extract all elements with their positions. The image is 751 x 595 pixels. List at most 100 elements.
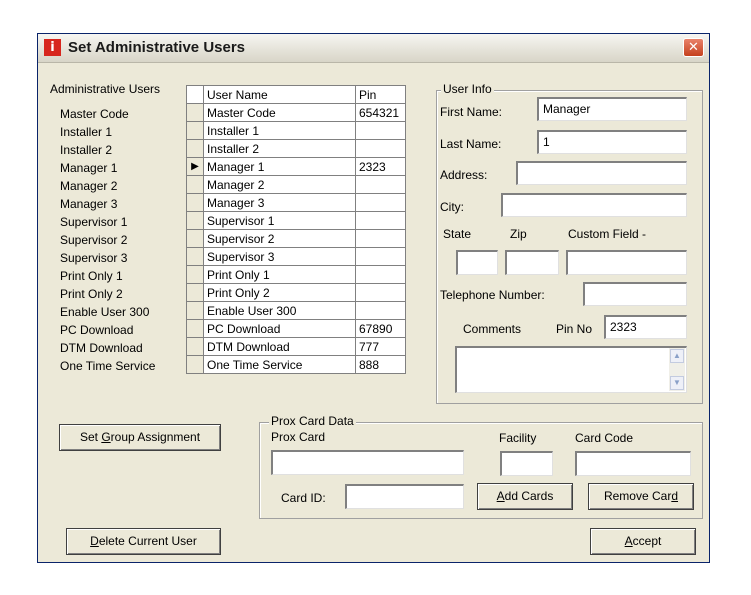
scroll-down-icon[interactable]: ▼ (670, 376, 684, 390)
pin-cell[interactable]: 888 (355, 355, 406, 374)
button-label: Set (79, 430, 102, 444)
admin-user-item: Supervisor 3 (60, 251, 128, 265)
facility-field[interactable] (500, 451, 553, 476)
grid-row-selector[interactable] (186, 319, 204, 338)
pin-cell[interactable] (355, 301, 406, 320)
comments-field[interactable] (455, 346, 687, 393)
table-row[interactable]: Manager 3 (186, 193, 406, 212)
table-row-selected[interactable]: ▶ Manager 1 2323 (186, 157, 406, 176)
remove-card-button[interactable]: Remove Card (588, 483, 694, 510)
user-name-cell[interactable]: One Time Service (203, 355, 356, 374)
admin-users-label: Administrative Users (50, 82, 161, 96)
user-name-cell[interactable]: Print Only 2 (203, 283, 356, 302)
table-row[interactable]: Manager 2 (186, 175, 406, 194)
last-name-label: Last Name: (440, 137, 502, 151)
prox-card-field[interactable] (271, 450, 464, 475)
pin-cell[interactable] (355, 283, 406, 302)
state-field[interactable] (456, 250, 498, 275)
pin-cell[interactable] (355, 175, 406, 194)
grid-row-selector[interactable] (186, 139, 204, 158)
scroll-up-icon[interactable]: ▲ (670, 349, 684, 363)
user-name-cell[interactable]: Enable User 300 (203, 301, 356, 320)
first-name-label: First Name: (440, 105, 503, 119)
pin-cell[interactable] (355, 139, 406, 158)
grid-row-selector[interactable] (186, 283, 204, 302)
user-name-cell[interactable]: Supervisor 3 (203, 247, 356, 266)
table-row[interactable]: Supervisor 2 (186, 229, 406, 248)
pin-no-field[interactable]: 2323 (604, 315, 687, 339)
custom-field-label: Custom Field - (568, 227, 647, 241)
column-header-user-name[interactable]: User Name (203, 85, 356, 104)
admin-user-item: DTM Download (60, 341, 143, 355)
pin-cell[interactable]: 777 (355, 337, 406, 356)
table-row[interactable]: Master Code 654321 (186, 103, 406, 122)
pin-cell[interactable] (355, 247, 406, 266)
grid-row-selector[interactable] (186, 121, 204, 140)
table-row[interactable]: One Time Service 888 (186, 355, 406, 374)
table-row[interactable]: Installer 2 (186, 139, 406, 158)
set-group-assignment-button[interactable]: Set Group Assignment (59, 424, 221, 451)
grid-row-selector[interactable] (186, 355, 204, 374)
first-name-field[interactable]: Manager (537, 97, 687, 121)
user-name-cell[interactable]: Installer 2 (203, 139, 356, 158)
grid-row-selector[interactable] (186, 211, 204, 230)
pin-cell[interactable] (355, 229, 406, 248)
grid-row-selector[interactable] (186, 103, 204, 122)
comments-scrollbar[interactable]: ▲ ▼ (669, 348, 685, 391)
delete-current-user-button[interactable]: Delete Current User (66, 528, 221, 555)
last-name-field[interactable]: 1 (537, 130, 687, 154)
user-name-cell[interactable]: Manager 3 (203, 193, 356, 212)
telephone-field[interactable] (583, 282, 687, 306)
admin-user-item: Print Only 2 (60, 287, 123, 301)
admin-user-item: Print Only 1 (60, 269, 123, 283)
grid-row-selector[interactable] (186, 175, 204, 194)
admin-user-item: Supervisor 1 (60, 215, 128, 229)
address-field[interactable] (516, 161, 687, 185)
table-row[interactable]: Enable User 300 (186, 301, 406, 320)
users-grid[interactable]: User Name Pin Master Code 654321 Installe… (186, 85, 406, 374)
zip-field[interactable] (505, 250, 559, 275)
pin-cell[interactable]: 654321 (355, 103, 406, 122)
city-field[interactable] (501, 193, 687, 217)
user-name-cell[interactable]: Installer 1 (203, 121, 356, 140)
user-name-cell[interactable]: Manager 1 (203, 157, 356, 176)
pin-cell[interactable] (355, 121, 406, 140)
user-name-cell[interactable]: Master Code (203, 103, 356, 122)
admin-user-item: Manager 3 (60, 197, 118, 211)
pin-cell[interactable] (355, 193, 406, 212)
button-hotkey: G (101, 430, 111, 444)
table-row[interactable]: DTM Download 777 (186, 337, 406, 356)
grid-row-selector[interactable] (186, 337, 204, 356)
admin-user-item: Manager 1 (60, 161, 118, 175)
user-name-cell[interactable]: Supervisor 2 (203, 229, 356, 248)
grid-row-selector[interactable] (186, 247, 204, 266)
pin-cell[interactable]: 2323 (355, 157, 406, 176)
pin-cell[interactable]: 67890 (355, 319, 406, 338)
table-row[interactable]: Supervisor 3 (186, 247, 406, 266)
grid-row-selector[interactable] (186, 193, 204, 212)
pin-cell[interactable] (355, 265, 406, 284)
pin-cell[interactable] (355, 211, 406, 230)
grid-row-selector[interactable] (186, 229, 204, 248)
accept-button[interactable]: Accept (590, 528, 696, 555)
user-name-cell[interactable]: Print Only 1 (203, 265, 356, 284)
table-row[interactable]: Print Only 1 (186, 265, 406, 284)
column-header-pin[interactable]: Pin (355, 85, 406, 104)
user-name-cell[interactable]: PC Download (203, 319, 356, 338)
user-name-cell[interactable]: DTM Download (203, 337, 356, 356)
table-row[interactable]: PC Download 67890 (186, 319, 406, 338)
table-row[interactable]: Print Only 2 (186, 283, 406, 302)
current-row-arrow-icon[interactable]: ▶ (186, 157, 204, 176)
user-name-cell[interactable]: Supervisor 1 (203, 211, 356, 230)
close-icon[interactable]: ✕ (683, 38, 704, 57)
add-cards-button[interactable]: Add Cards (477, 483, 573, 510)
grid-row-selector[interactable] (186, 301, 204, 320)
grid-row-selector[interactable] (186, 265, 204, 284)
card-id-field[interactable] (345, 484, 464, 509)
custom-field-input[interactable] (566, 250, 687, 275)
facility-label: Facility (499, 431, 537, 445)
table-row[interactable]: Supervisor 1 (186, 211, 406, 230)
table-row[interactable]: Installer 1 (186, 121, 406, 140)
user-name-cell[interactable]: Manager 2 (203, 175, 356, 194)
card-code-field[interactable] (575, 451, 691, 476)
